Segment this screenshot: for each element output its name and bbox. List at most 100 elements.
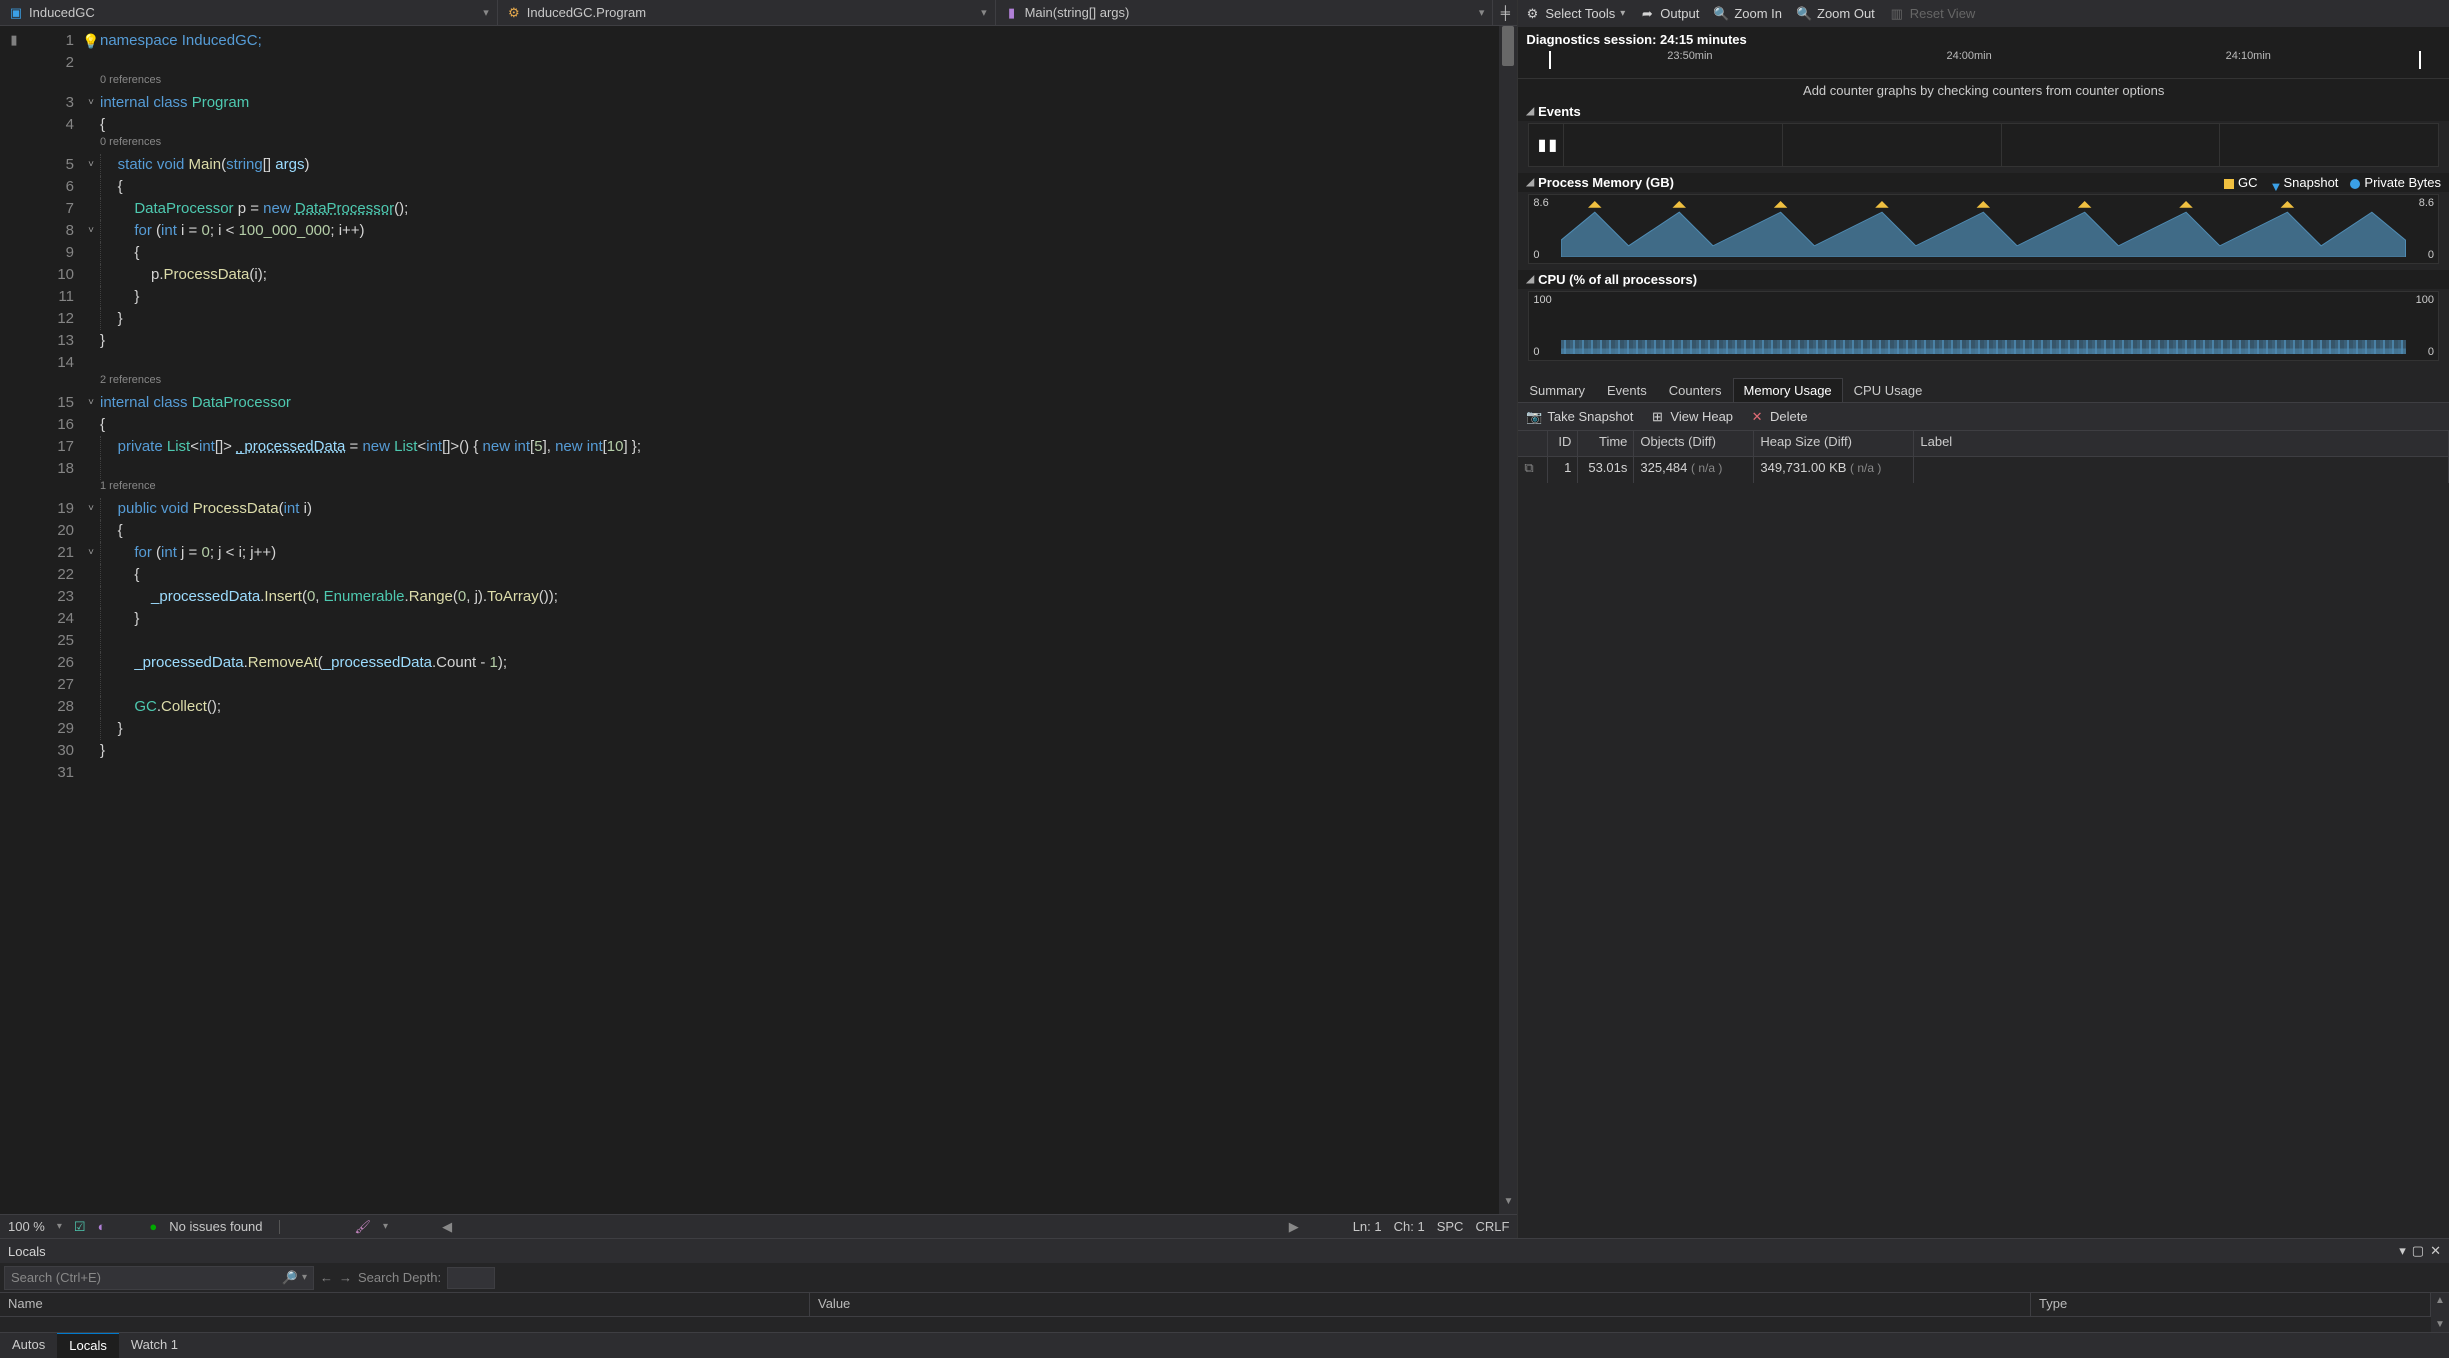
tab-memory-usage[interactable]: Memory Usage [1733, 378, 1843, 402]
locals-panel: Locals ▾ ▢ ✕ Search (Ctrl+E)🔎▾ ← → Searc… [0, 1238, 2449, 1358]
hscroll-right-icon[interactable]: ▶ [1289, 1219, 1299, 1235]
snapshot-grid-header: ID Time Objects (Diff) Heap Size (Diff) … [1518, 431, 2449, 457]
panel-title: Locals [8, 1244, 46, 1259]
diagnostics-toolbar: ⚙Select Tools▾ ➦Output 🔍Zoom In 🔍Zoom Ou… [1518, 0, 2449, 28]
collapse-icon: ◢ [1526, 106, 1534, 117]
cpu-chart[interactable]: 100 0 100 0 [1528, 291, 2439, 361]
tab-watch[interactable]: Watch 1 [119, 1333, 190, 1358]
cell-id: 1 [1548, 457, 1578, 483]
heap-icon: ⊞ [1649, 409, 1665, 425]
codelens-references[interactable]: 0 references [100, 136, 161, 148]
codelens-references[interactable]: 1 reference [100, 480, 156, 492]
pause-button[interactable]: ▮▮ [1533, 130, 1563, 160]
snapshot-row[interactable]: ⧉ 1 53.01s 325,484 ( n/a ) 349,731.00 KB… [1518, 457, 2449, 483]
project-dropdown[interactable]: ▣InducedGC▾ [0, 0, 498, 25]
line-ending[interactable]: CRLF [1475, 1219, 1509, 1234]
take-snapshot-button[interactable]: 📷Take Snapshot [1526, 409, 1633, 425]
output-icon: ➦ [1639, 6, 1655, 22]
delete-icon: ✕ [1749, 409, 1765, 425]
scrollbar[interactable]: ▲▼ [2431, 1293, 2449, 1332]
col-value[interactable]: Value [810, 1293, 2031, 1316]
class-name: InducedGC.Program [527, 5, 646, 20]
cleanup-icon[interactable]: 🖌 [355, 1219, 372, 1235]
code-editor[interactable]: namespace InducedGC; 0 references intern… [100, 26, 1499, 1214]
delete-snapshot-button[interactable]: ✕Delete [1749, 409, 1808, 425]
tab-locals[interactable]: Locals [57, 1333, 119, 1358]
analyzer-icon[interactable]: ◐ [98, 1219, 106, 1234]
caret-char[interactable]: Ch: 1 [1394, 1219, 1425, 1234]
tab-events[interactable]: Events [1596, 378, 1658, 402]
collapse-icon: ◢ [1526, 177, 1534, 188]
nav-back-button[interactable]: ← [320, 1270, 333, 1285]
pin-icon[interactable]: ▢ [2412, 1243, 2424, 1259]
events-header[interactable]: ◢Events [1518, 102, 2449, 121]
search-depth-combo[interactable] [447, 1267, 495, 1289]
tab-counters[interactable]: Counters [1658, 378, 1733, 402]
zoom-out-button[interactable]: 🔍Zoom Out [1796, 6, 1875, 22]
close-icon[interactable]: ✕ [2430, 1243, 2441, 1259]
session-header: Diagnostics session: 24:15 minutes [1518, 28, 2449, 51]
search-placeholder: Search (Ctrl+E) [11, 1270, 101, 1285]
check-icon: ● [149, 1219, 157, 1234]
events-lane[interactable]: ▮▮ [1528, 123, 2439, 167]
cpu-header[interactable]: ◢CPU (% of all processors) [1518, 270, 2449, 289]
debug-window-tabs: Autos Locals Watch 1 [0, 1332, 2449, 1358]
codelens-references[interactable]: 0 references [100, 74, 161, 86]
zoom-level[interactable]: 100 % [8, 1219, 45, 1234]
col-label[interactable]: Label [1914, 431, 2449, 456]
indent-mode[interactable]: SPC [1437, 1219, 1464, 1234]
line-numbers: 1234567891011121314151617181920212223242… [28, 26, 82, 1214]
counter-hint: Add counter graphs by checking counters … [1518, 79, 2449, 102]
issues-text[interactable]: No issues found [169, 1219, 262, 1234]
member-dropdown[interactable]: ▮Main(string[] args)▾ [996, 0, 1494, 25]
health-icon[interactable]: ☑ [74, 1219, 86, 1235]
timeline-ruler[interactable]: 23:50min 24:00min 24:10min [1518, 51, 2449, 79]
scroll-down-icon[interactable]: ▼ [1499, 1196, 1517, 1214]
hscroll-left-icon[interactable]: ◀ [442, 1219, 452, 1235]
output-button[interactable]: ➦Output [1639, 6, 1699, 22]
tab-summary[interactable]: Summary [1518, 378, 1596, 402]
vertical-scrollbar[interactable]: ▲ ▼ [1499, 26, 1517, 1214]
memory-header[interactable]: ◢Process Memory (GB) GC ▼Snapshot Privat… [1518, 173, 2449, 192]
navigation-bar: ▣InducedGC▾ ⚙InducedGC.Program▾ ▮Main(st… [0, 0, 1517, 26]
class-dropdown[interactable]: ⚙InducedGC.Program▾ [498, 0, 996, 25]
project-name: InducedGC [29, 5, 95, 20]
codelens-references[interactable]: 2 references [100, 374, 161, 386]
nav-forward-button[interactable]: → [339, 1270, 352, 1285]
glyph-margin[interactable]: ▮ [0, 26, 28, 1214]
view-heap-button[interactable]: ⊞View Heap [1649, 409, 1733, 425]
scroll-up-icon[interactable]: ▲ [2435, 1295, 2445, 1306]
col-name[interactable]: Name [0, 1293, 810, 1316]
col-objects[interactable]: Objects (Diff) [1634, 431, 1754, 456]
scrollbar-thumb[interactable] [1502, 26, 1514, 66]
fold-gutter[interactable]: 💡˅˅˅˅˅˅ [82, 26, 100, 1214]
col-heap[interactable]: Heap Size (Diff) [1754, 431, 1914, 456]
lightbulb-icon[interactable]: 💡 [82, 33, 99, 49]
tab-autos[interactable]: Autos [0, 1333, 57, 1358]
member-name: Main(string[] args) [1025, 5, 1130, 20]
select-tools-button[interactable]: ⚙Select Tools▾ [1524, 6, 1625, 22]
memory-chart[interactable]: 8.6 0 8.6 0 [1528, 194, 2439, 264]
cell-objects-diff: ( n/a ) [1691, 461, 1722, 475]
search-input[interactable]: Search (Ctrl+E)🔎▾ [4, 1266, 314, 1290]
search-icon[interactable]: 🔎 [282, 1270, 298, 1286]
tab-cpu-usage[interactable]: CPU Usage [1843, 378, 1934, 402]
caret-line[interactable]: Ln: 1 [1353, 1219, 1382, 1234]
pause-icon: ▮▮ [1538, 135, 1560, 155]
reset-view-button[interactable]: ▥Reset View [1889, 6, 1976, 22]
legend-private-bytes: Private Bytes [2350, 175, 2441, 190]
zoom-in-button[interactable]: 🔍Zoom In [1713, 6, 1782, 22]
col-type[interactable]: Type [2031, 1293, 2431, 1316]
col-time[interactable]: Time [1578, 431, 1634, 456]
collapse-icon: ◢ [1526, 274, 1534, 285]
window-position-icon[interactable]: ▾ [2399, 1243, 2406, 1259]
chevron-down-icon: ▾ [981, 6, 987, 19]
editor-status-bar: 100 %▾ ☑ ◐ ● No issues found 🖌▾ ◀ ▶ Ln: … [0, 1214, 1517, 1238]
split-editor-button[interactable]: ╪ [1493, 5, 1517, 20]
cell-time: 53.01s [1578, 457, 1634, 483]
col-id[interactable]: ID [1548, 431, 1578, 456]
cell-objects: 325,484 [1640, 460, 1687, 475]
scroll-down-icon[interactable]: ▼ [2435, 1319, 2445, 1330]
legend-gc: GC [2224, 175, 2258, 190]
chevron-down-icon: ▾ [1479, 6, 1485, 19]
